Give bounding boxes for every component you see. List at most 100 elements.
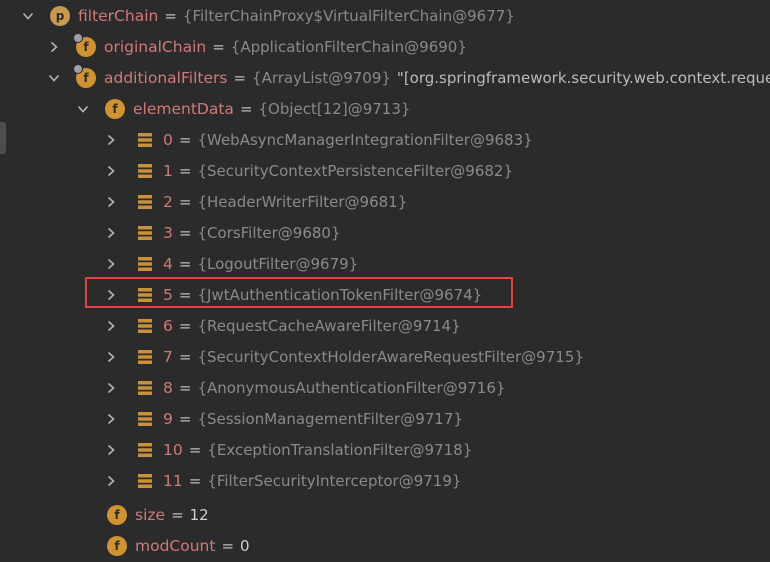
tree-row-original-chain[interactable]: f originalChain = {ApplicationFilterChai… xyxy=(0,31,770,62)
array-element-row[interactable]: 8 = {AnonymousAuthenticationFilter@9716} xyxy=(0,372,770,403)
field-f-icon: f xyxy=(73,63,96,88)
array-element-icon xyxy=(137,194,153,210)
variable-value: {Object[12]@9713} xyxy=(258,99,411,118)
element-index: 10 xyxy=(163,440,183,459)
element-value: {SecurityContextPersistenceFilter@9682} xyxy=(197,161,514,180)
chevron-right-icon[interactable] xyxy=(105,134,117,146)
chevron-right-icon[interactable] xyxy=(105,165,117,177)
element-index: 8 xyxy=(163,378,173,397)
element-index: 6 xyxy=(163,316,173,335)
equals-sign: = xyxy=(212,37,225,56)
tree-row-filter-chain[interactable]: p filterChain = {FilterChainProxy$Virtua… xyxy=(0,0,770,31)
array-element-row[interactable]: 4 = {LogoutFilter@9679} xyxy=(0,248,770,279)
chevron-right-icon[interactable] xyxy=(105,351,117,363)
chevron-right-icon[interactable] xyxy=(105,196,117,208)
element-value: {SecurityContextHolderAwareRequestFilter… xyxy=(197,347,584,366)
variable-value: 12 xyxy=(189,505,209,524)
element-index: 5 xyxy=(163,285,173,304)
element-index: 9 xyxy=(163,409,173,428)
array-element-row[interactable]: 3 = {CorsFilter@9680} xyxy=(0,217,770,248)
equals-sign: = xyxy=(178,378,192,397)
variable-value: {ArrayList@9709} xyxy=(252,68,391,87)
element-value: {AnonymousAuthenticationFilter@9716} xyxy=(197,378,506,397)
array-element-icon xyxy=(137,380,153,396)
variable-name: originalChain xyxy=(104,37,207,56)
tree-row-element-data[interactable]: f elementData = {Object[12]@9713} xyxy=(0,93,770,124)
property-p-icon: p xyxy=(50,5,70,26)
chevron-right-icon[interactable] xyxy=(105,382,117,394)
chevron-down-icon[interactable] xyxy=(77,103,89,115)
field-f-icon: f xyxy=(107,504,127,525)
chevron-right-icon[interactable] xyxy=(105,227,117,239)
array-element-icon xyxy=(137,411,153,427)
chevron-right-icon[interactable] xyxy=(105,444,117,456)
variable-name: elementData xyxy=(133,99,234,118)
equals-sign: = xyxy=(178,192,192,211)
tree-row-additional-filters[interactable]: f additionalFilters = {ArrayList@9709} "… xyxy=(0,62,770,93)
array-element-row[interactable]: 10 = {ExceptionTranslationFilter@9718} xyxy=(0,434,770,465)
equals-sign: = xyxy=(178,409,192,428)
array-element-row[interactable]: 0 = {WebAsyncManagerIntegrationFilter@96… xyxy=(0,124,770,155)
array-element-icon xyxy=(137,318,153,334)
element-index: 1 xyxy=(163,161,173,180)
debugger-variables-tree: p filterChain = {FilterChainProxy$Virtua… xyxy=(0,0,770,562)
equals-sign: = xyxy=(178,161,192,180)
chevron-right-icon[interactable] xyxy=(48,41,60,53)
equals-sign: = xyxy=(188,440,202,459)
variable-value: {FilterChainProxy$VirtualFilterChain@967… xyxy=(182,6,515,25)
element-value: {HeaderWriterFilter@9681} xyxy=(197,192,408,211)
chevron-down-icon[interactable] xyxy=(22,10,34,22)
variable-name: modCount xyxy=(135,536,216,555)
tree-row-mod-count[interactable]: f modCount = 0 xyxy=(0,530,770,561)
equals-sign: = xyxy=(178,347,192,366)
array-element-row[interactable]: 2 = {HeaderWriterFilter@9681} xyxy=(0,186,770,217)
equals-sign: = xyxy=(178,316,192,335)
equals-sign: = xyxy=(233,68,247,87)
element-index: 7 xyxy=(163,347,173,366)
element-value: {WebAsyncManagerIntegrationFilter@9683} xyxy=(197,130,533,149)
element-index: 0 xyxy=(163,130,173,149)
element-value: {CorsFilter@9680} xyxy=(197,223,341,242)
array-element-row-highlighted[interactable]: 5 = {JwtAuthenticationTokenFilter@9674} xyxy=(0,279,770,310)
array-element-icon xyxy=(137,132,153,148)
array-element-icon xyxy=(137,163,153,179)
chevron-down-icon[interactable] xyxy=(48,72,60,84)
variable-value: 0 xyxy=(240,536,250,555)
element-value: {RequestCacheAwareFilter@9714} xyxy=(197,316,461,335)
element-value: {ExceptionTranslationFilter@9718} xyxy=(207,440,473,459)
array-element-icon xyxy=(137,473,153,489)
chevron-right-icon[interactable] xyxy=(105,258,117,270)
array-element-row[interactable]: 1 = {SecurityContextPersistenceFilter@96… xyxy=(0,155,770,186)
array-element-row[interactable]: 7 = {SecurityContextHolderAwareRequestFi… xyxy=(0,341,770,372)
svg-text:f: f xyxy=(114,508,120,522)
variable-string-value: "[org.springframework.security.web.conte… xyxy=(396,68,770,87)
chevron-right-icon[interactable] xyxy=(105,320,117,332)
equals-sign: = xyxy=(178,254,192,273)
tree-row-size[interactable]: f size = 12 xyxy=(0,499,770,530)
svg-text:f: f xyxy=(83,71,89,85)
svg-text:f: f xyxy=(114,539,120,553)
array-element-icon xyxy=(137,442,153,458)
chevron-right-icon[interactable] xyxy=(105,413,117,425)
element-value: {SessionManagementFilter@9717} xyxy=(197,409,463,428)
variable-value: {ApplicationFilterChain@9690} xyxy=(230,37,467,56)
equals-sign: = xyxy=(178,285,192,304)
field-f-icon: f xyxy=(107,535,127,556)
array-element-row[interactable]: 11 = {FilterSecurityInterceptor@9719} xyxy=(0,465,770,496)
element-index: 11 xyxy=(163,471,183,490)
array-element-icon xyxy=(137,349,153,365)
element-index: 3 xyxy=(163,223,173,242)
equals-sign: = xyxy=(164,6,177,25)
svg-text:f: f xyxy=(112,102,118,116)
chevron-right-icon[interactable] xyxy=(105,289,117,301)
equals-sign: = xyxy=(178,130,192,149)
array-element-row[interactable]: 9 = {SessionManagementFilter@9717} xyxy=(0,403,770,434)
array-element-row[interactable]: 6 = {RequestCacheAwareFilter@9714} xyxy=(0,310,770,341)
array-element-icon xyxy=(137,287,153,303)
element-value: {LogoutFilter@9679} xyxy=(197,254,359,273)
element-value: {FilterSecurityInterceptor@9719} xyxy=(207,471,462,490)
array-element-icon xyxy=(137,225,153,241)
element-value: {JwtAuthenticationTokenFilter@9674} xyxy=(197,285,483,304)
field-f-icon: f xyxy=(73,32,96,57)
chevron-right-icon[interactable] xyxy=(105,475,117,487)
